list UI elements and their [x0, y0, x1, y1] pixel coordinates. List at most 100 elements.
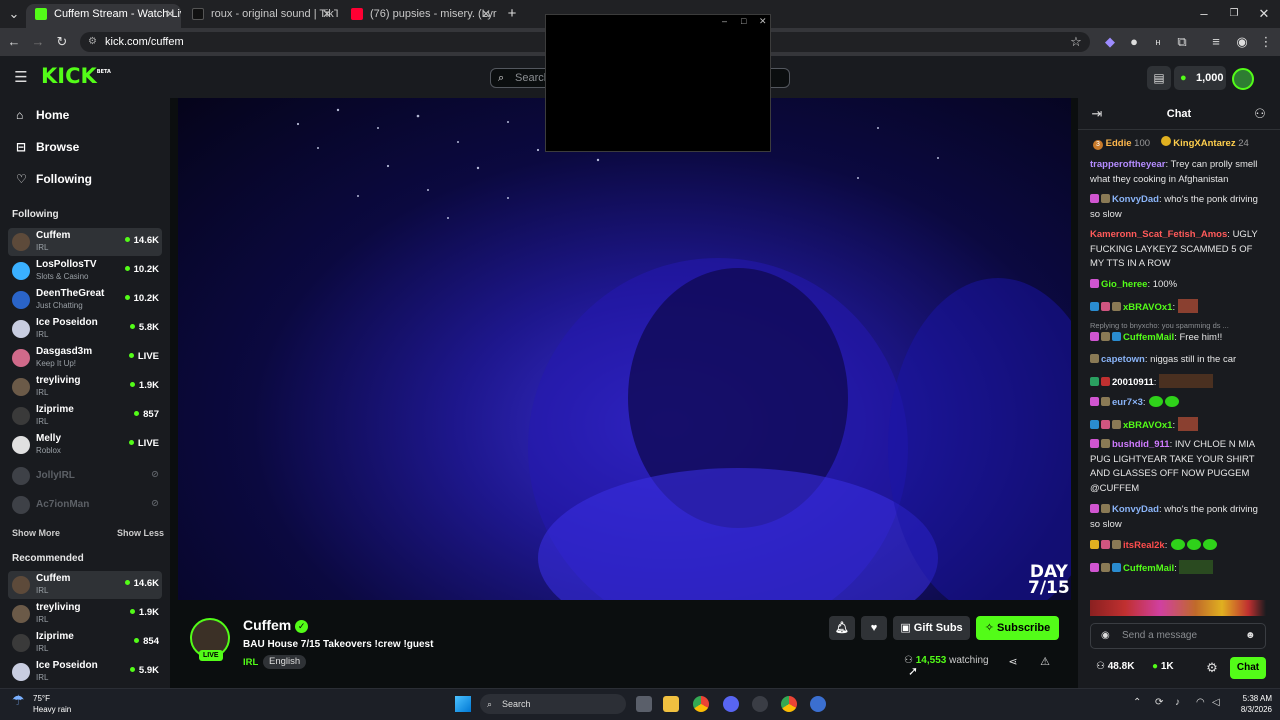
chat-username[interactable]: KonvyDad — [1112, 504, 1159, 515]
windows-start-icon[interactable] — [455, 696, 471, 712]
chat-username[interactable]: KonvyDad — [1112, 194, 1159, 205]
task-view-icon[interactable] — [636, 696, 652, 712]
new-tab-icon[interactable]: + — [504, 6, 520, 22]
window-close-icon[interactable]: ✕ — [1256, 6, 1272, 22]
chat-username[interactable]: xBRAVOx1 — [1123, 420, 1172, 431]
chat-username[interactable]: capetown — [1101, 354, 1145, 365]
dashboard-icon[interactable]: ▤ — [1147, 66, 1171, 90]
tab-search-icon[interactable]: ⌄ — [6, 6, 22, 22]
nav-following[interactable]: ♡ Following — [16, 170, 92, 188]
profile-avatar-icon[interactable]: ◉ — [1234, 34, 1250, 50]
hamburger-menu-icon[interactable]: ☰ — [13, 70, 29, 86]
sidebar-channel-iziprime[interactable]: Iziprime IRL 857 — [8, 402, 162, 430]
send-chat-button[interactable]: Chat — [1230, 657, 1266, 679]
taskbar-search[interactable]: ⌕ Search — [480, 694, 626, 714]
microphone-icon[interactable]: ♪ — [1175, 697, 1180, 708]
chat-username[interactable]: eur7×3 — [1112, 397, 1143, 408]
maximize-icon[interactable]: ❐ — [1226, 6, 1242, 22]
emote-row[interactable] — [1090, 600, 1266, 616]
forward-icon[interactable]: → — [30, 34, 46, 50]
sidebar-channel-cuffem[interactable]: Cuffem IRL 14.6K — [8, 228, 162, 256]
sidebar-channel-dasgasd3m[interactable]: Dasgasd3m Keep It Up! LIVE — [8, 344, 162, 372]
users-icon[interactable]: ⚇ — [1253, 106, 1267, 122]
chat-username[interactable]: itsReal2k — [1123, 540, 1165, 551]
wifi-icon[interactable]: ◠ — [1196, 697, 1205, 708]
nav-browse[interactable]: ⊟ Browse — [16, 138, 79, 156]
sidebar-channel-ac7ionman[interactable]: Ac7ionMan ⊘ — [8, 491, 162, 519]
share-icon[interactable]: ⋖ — [1006, 654, 1020, 670]
weather-widget[interactable]: 75°F Heavy rain — [33, 693, 71, 715]
chrome-icon[interactable] — [781, 696, 797, 712]
notification-bell-button[interactable]: 🔔︎ — [829, 616, 855, 640]
site-info-icon[interactable]: ⚙ — [88, 32, 97, 52]
close-icon[interactable]: ✕ — [165, 4, 175, 24]
app-icon[interactable] — [810, 696, 826, 712]
video-player[interactable]: DAY 7/15 — [178, 98, 1071, 600]
sidebar-rec-treyliving[interactable]: treyliving IRL 1.9K — [8, 600, 162, 628]
close-icon[interactable]: ✕ — [322, 4, 332, 24]
gift-subs-button[interactable]: ▣ Gift Subs — [893, 616, 970, 640]
sidebar-channel-lospollostv[interactable]: LosPollosTV Slots & Casino 10.2K — [8, 257, 162, 285]
streamer-name[interactable]: Cuffem ✓ — [243, 617, 309, 633]
chat-message-input[interactable]: ◉ Send a message ☻ — [1090, 623, 1266, 649]
sidebar-rec-iceposeidon[interactable]: Ice Poseidon IRL 5.9K — [8, 658, 162, 686]
collapse-chat-icon[interactable]: ⇥ — [1090, 106, 1104, 122]
popup-close-icon[interactable]: ✕ — [759, 16, 767, 27]
show-more-link[interactable]: Show More — [12, 528, 60, 538]
close-icon[interactable]: ✕ — [481, 4, 491, 24]
extension-icon[interactable]: ◆ — [1102, 34, 1118, 50]
chat-username[interactable]: Kameronn_Scat_Fetish_Amos — [1090, 229, 1227, 240]
follow-button[interactable]: ♥ — [861, 616, 887, 640]
sidebar-rec-iziprime[interactable]: Iziprime IRL 854 — [8, 629, 162, 657]
sidebar-rec-cuffem[interactable]: Cuffem IRL 14.6K — [8, 571, 162, 599]
clock[interactable]: 5:38 AM 8/3/2026 — [1232, 693, 1272, 715]
show-less-link[interactable]: Show Less — [117, 528, 164, 538]
sidebar-channel-treyliving[interactable]: treyliving IRL 1.9K — [8, 373, 162, 401]
sidebar-channel-deenthegreat[interactable]: DeenTheGreat Just Chatting 10.2K — [8, 286, 162, 314]
stream-category[interactable]: IRL — [243, 657, 258, 668]
chat-username[interactable]: CuffemMail — [1123, 332, 1174, 343]
report-icon[interactable]: ⚠ — [1038, 654, 1052, 670]
extension-icon[interactable]: ʜ — [1150, 34, 1166, 50]
emoji-icon[interactable]: ☻ — [1245, 624, 1256, 648]
weather-icon[interactable]: ☂ — [12, 692, 25, 709]
sidebar-channel-melly[interactable]: Melly Roblox LIVE — [8, 431, 162, 459]
kick-logo[interactable]: KICKBETA — [41, 64, 111, 88]
popup-window[interactable]: – □ ✕ — [545, 14, 771, 152]
discord-icon[interactable] — [723, 696, 739, 712]
chat-username[interactable]: xBRAVOx1 — [1123, 302, 1172, 313]
chat-username[interactable]: bushdid_911 — [1112, 439, 1170, 450]
sidebar-channel-iceposeidon[interactable]: Ice Poseidon IRL 5.8K — [8, 315, 162, 343]
reload-icon[interactable]: ↻ — [54, 34, 70, 50]
sidebar-channel-jollyirl[interactable]: JollyIRL ⊘ — [8, 462, 162, 490]
bookmark-star-icon[interactable]: ☆ — [1068, 34, 1084, 50]
language-tag[interactable]: English — [263, 655, 307, 669]
nav-home[interactable]: ⌂ Home — [16, 106, 69, 124]
volume-icon[interactable]: ◁ — [1212, 697, 1220, 708]
minimize-icon[interactable]: – — [1196, 6, 1212, 22]
extensions-puzzle-icon[interactable]: ⧉ — [1174, 34, 1190, 50]
file-explorer-icon[interactable] — [663, 696, 679, 712]
reading-list-icon[interactable]: ≡ — [1208, 34, 1224, 50]
browser-menu-icon[interactable]: ⋮ — [1258, 34, 1274, 50]
chat-username[interactable]: trapperoftheyear — [1090, 159, 1166, 170]
chat-settings-icon[interactable]: ◉ — [1101, 624, 1110, 648]
tab-kick[interactable]: Cuffem Stream - Watch Live ✕ — [26, 4, 181, 28]
popup-minimize-icon[interactable]: – — [722, 16, 727, 26]
user-avatar[interactable] — [1232, 68, 1254, 90]
chat-username[interactable]: 20010911 — [1112, 377, 1154, 388]
popup-maximize-icon[interactable]: □ — [741, 16, 746, 26]
chat-username[interactable]: CuffemMail — [1123, 563, 1174, 574]
app-icon[interactable] — [752, 696, 768, 712]
chrome-icon[interactable] — [693, 696, 709, 712]
extension-icon[interactable]: ● — [1126, 34, 1142, 50]
gear-icon[interactable]: ⚙ — [1205, 660, 1219, 676]
tab-youtube[interactable]: (76) pupsies - misery. (Lyrics) - ✕ — [342, 4, 497, 28]
tab-tiktok[interactable]: roux - original sound | TikTok ✕ — [183, 4, 338, 28]
subscribe-button[interactable]: ✧ Subscribe — [976, 616, 1059, 640]
tray-icon[interactable]: ⟳ — [1155, 697, 1163, 708]
back-icon[interactable]: ← — [6, 34, 22, 50]
kick-points-balance[interactable]: ● 1,000 — [1174, 66, 1226, 90]
system-tray-chevron-icon[interactable]: ⌃ — [1133, 697, 1141, 708]
chat-username[interactable]: Gio_heree — [1101, 279, 1147, 290]
